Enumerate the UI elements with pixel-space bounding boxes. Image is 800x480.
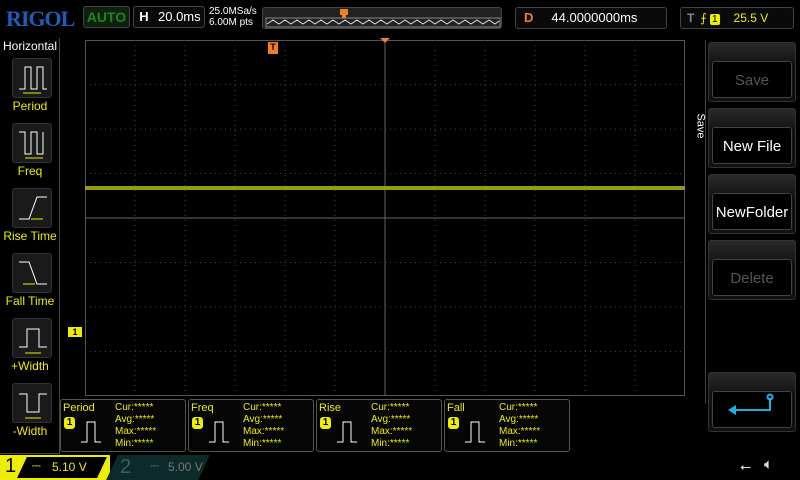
trigger-position-marker[interactable]: T xyxy=(268,42,278,54)
avg-value: Avg:***** xyxy=(115,414,155,425)
max-value: Max:***** xyxy=(115,426,157,437)
avg-value: Avg:***** xyxy=(243,414,283,425)
h-label: H xyxy=(139,9,149,24)
source-badge: 1 xyxy=(320,417,331,429)
memory-overview xyxy=(262,7,502,29)
save-menu: Save Save New File NewFolder Delete xyxy=(695,40,796,432)
measurement-icon xyxy=(209,421,229,443)
fall-time-label: Fall Time xyxy=(5,294,55,308)
max-value: Max:***** xyxy=(243,426,285,437)
negative-width-button[interactable] xyxy=(12,383,52,423)
d-label: D xyxy=(524,10,534,25)
waveform-grid[interactable] xyxy=(85,40,685,396)
measurement-name: Rise xyxy=(319,402,342,414)
rise-time-icon xyxy=(19,196,47,220)
memory-depth: 6.00M pts xyxy=(209,17,253,28)
ch1-trace xyxy=(85,186,685,190)
rise-time-button[interactable] xyxy=(12,188,52,228)
sample-rate: 25.0MSa/s xyxy=(209,6,257,17)
timebase-value: 20.0ms xyxy=(158,9,201,24)
delete-button[interactable]: Delete xyxy=(708,240,796,300)
min-value: Min:***** xyxy=(371,438,410,449)
cur-value: Cur:***** xyxy=(115,402,154,413)
cur-value: Cur:***** xyxy=(499,402,538,413)
period-icon xyxy=(19,66,47,94)
positive-width-button[interactable] xyxy=(12,318,52,358)
trigger-display[interactable]: T ⨍ 1 25.5 V xyxy=(680,7,794,29)
new-folder-label: NewFolder xyxy=(712,193,792,230)
negative-width-label: -Width xyxy=(12,424,48,438)
channel-2-number: 2 xyxy=(120,456,132,478)
measurement-name: Fall xyxy=(447,402,465,414)
channel-2-scale: 5.00 V xyxy=(168,460,203,474)
new-file-button[interactable]: New File xyxy=(708,108,796,168)
freq-label: Freq xyxy=(17,164,43,178)
measurement-period[interactable]: Period 1 Cur:***** Avg:***** Max:***** Min:… xyxy=(60,399,186,452)
measurement-name: Period xyxy=(63,402,95,414)
source-badge: 1 xyxy=(192,417,203,429)
new-file-label: New File xyxy=(712,127,792,164)
delay-display[interactable]: D 44.0000000ms xyxy=(515,7,667,29)
positive-width-label: +Width xyxy=(11,359,49,373)
measurement-icon xyxy=(337,421,357,443)
dc-coupling-icon: ⎓ xyxy=(32,460,41,472)
acquisition-info: 25.0MSa/s 6.00M pts xyxy=(209,6,257,28)
usb-icon: ⭠ xyxy=(740,458,752,474)
memory-waveform-icon xyxy=(265,9,501,28)
save-label: Save xyxy=(712,61,792,98)
rigol-logo: RIGOL xyxy=(6,6,75,31)
min-value: Min:***** xyxy=(499,438,538,449)
min-value: Min:***** xyxy=(115,438,154,449)
return-button[interactable] xyxy=(708,372,796,432)
source-badge: 1 xyxy=(448,417,459,429)
channel-1-scale: 5.10 V xyxy=(52,460,87,474)
channel-1-number: 1 xyxy=(5,455,17,477)
min-value: Min:***** xyxy=(243,438,282,449)
horizontal-timebase[interactable]: H 20.0ms xyxy=(133,6,205,28)
dc-coupling-icon: ⎓ xyxy=(150,460,159,472)
rising-edge-icon: ⨍ xyxy=(700,11,707,25)
max-value: Max:***** xyxy=(371,426,413,437)
return-icon xyxy=(728,393,774,415)
new-folder-button[interactable]: NewFolder xyxy=(708,174,796,234)
measurement-icon xyxy=(465,421,485,443)
trigger-level: 25.5 V xyxy=(733,11,769,25)
measurement-icon xyxy=(81,421,101,443)
positive-width-icon xyxy=(19,328,47,354)
freq-button[interactable] xyxy=(12,123,52,163)
mute-icon[interactable]: 🔈︎ xyxy=(764,456,773,473)
save-button[interactable]: Save xyxy=(708,42,796,102)
max-value: Max:***** xyxy=(499,426,541,437)
ch1-offset-marker[interactable]: 1 xyxy=(68,327,82,337)
cur-value: Cur:***** xyxy=(243,402,282,413)
period-label: Period xyxy=(12,99,48,113)
measurement-name: Freq xyxy=(191,402,214,414)
center-marker-icon xyxy=(380,38,390,48)
fall-time-icon xyxy=(19,261,47,285)
delete-label: Delete xyxy=(712,259,792,296)
avg-value: Avg:***** xyxy=(499,414,539,425)
measurement-rise[interactable]: Rise 1 Cur:***** Avg:***** Max:***** Min:**… xyxy=(316,399,442,452)
measurement-fall[interactable]: Fall 1 Cur:***** Avg:***** Max:***** Min:**… xyxy=(444,399,570,452)
menu-title: Horizontal xyxy=(3,39,58,53)
menu-title: Save xyxy=(694,113,707,139)
horizontal-measure-menu: Horizontal Period Freq Rise Time Fall Ti… xyxy=(0,38,60,454)
source-badge: 1 xyxy=(64,417,75,429)
cur-value: Cur:***** xyxy=(371,402,410,413)
freq-icon xyxy=(19,131,44,159)
t-label: T xyxy=(687,11,695,25)
trigger-source-badge: 1 xyxy=(709,14,720,25)
period-button[interactable] xyxy=(12,58,52,98)
delay-value: 44.0000000ms xyxy=(551,10,638,25)
measurement-freq[interactable]: Freq 1 Cur:***** Avg:***** Max:***** Min:**… xyxy=(188,399,314,452)
fall-time-button[interactable] xyxy=(12,253,52,293)
negative-width-icon xyxy=(19,393,47,419)
avg-value: Avg:***** xyxy=(371,414,411,425)
run-mode-button[interactable]: AUTO xyxy=(83,6,130,28)
rise-time-label: Rise Time xyxy=(3,229,57,243)
